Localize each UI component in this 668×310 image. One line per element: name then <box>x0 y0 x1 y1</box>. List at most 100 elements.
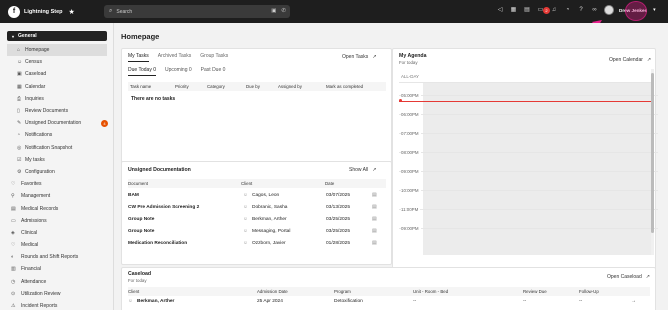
admission-date: 25 Apr 2024 <box>257 299 283 304</box>
help-icon[interactable]: ? <box>577 7 585 13</box>
sidebar-group-clinical[interactable]: ◈ Clinical <box>0 227 113 239</box>
document-icon[interactable]: ▤ <box>372 229 377 234</box>
table-row[interactable]: BAM ☺ Cagos, Leon 03/07/2025 ▤ <box>128 190 386 202</box>
sidebar-section-general[interactable]: ▾ General <box>7 31 107 41</box>
sidebar-group-label: Attendance <box>21 278 47 285</box>
hour-label: 05:00PM <box>401 93 421 98</box>
sidebar-item-notification-snapshot[interactable]: ◎ Notification Snapshot <box>0 142 113 154</box>
table-row[interactable]: Group Note ☺ Messaging, Portal 03/25/202… <box>128 226 386 238</box>
document-icon[interactable]: ▤ <box>372 193 377 198</box>
grid-icon[interactable]: ▤ <box>523 6 531 13</box>
document-date: 01/28/2025 <box>326 241 351 246</box>
document-icon[interactable]: ▤ <box>372 241 377 246</box>
heart-icon: ♡ <box>11 181 16 188</box>
scrollbar[interactable] <box>651 69 654 255</box>
col-admission-date: Admission Date <box>257 289 288 294</box>
card-title: Caseload <box>128 271 152 277</box>
col-due-by[interactable]: Due by <box>246 84 260 89</box>
sidebar-group-rounds[interactable]: ◐ Rounds and Shift Reports <box>0 251 113 263</box>
person-icon: ☺ <box>243 217 248 222</box>
sidebar-item-inquiries[interactable]: ⎙ Inquiries <box>0 93 113 105</box>
open-tasks-link[interactable]: Open Tasks ↗ <box>342 54 377 60</box>
scrollbar-thumb[interactable] <box>651 73 654 233</box>
col-assigned-by[interactable]: Assigned by <box>278 84 302 89</box>
hour-row: 08:00PM <box>399 150 658 171</box>
pen-icon: ✎ <box>17 120 22 127</box>
document-date: 03/07/2025 <box>326 193 351 198</box>
star-icon[interactable]: ★ <box>69 8 75 16</box>
sidebar-item-notifications[interactable]: ◔ Notifications <box>0 129 113 141</box>
sidebar-group-label: Medical <box>21 242 39 249</box>
sidebar-item-label: Notifications <box>25 132 53 139</box>
sidebar-item-my-tasks[interactable]: ☑ My tasks <box>0 154 113 166</box>
sidebar-group-financial[interactable]: ▥ Financial <box>0 263 113 275</box>
sidebar-group-favorites[interactable]: ♡ Favorites <box>0 178 113 190</box>
table-row[interactable]: ☺ Berkman, Arther 25 Apr 2024 Detoxifica… <box>128 297 650 308</box>
hour-row: 06:00PM <box>399 112 658 133</box>
col-priority[interactable]: Priority <box>175 84 189 89</box>
sidebar-item-census[interactable]: ☺ Census <box>0 56 113 68</box>
notification-icon[interactable]: ◔ <box>564 7 572 13</box>
clinical-icon: ◈ <box>11 229 15 236</box>
sidebar-group-medical-records[interactable]: ▤ Medical Records <box>0 202 113 214</box>
col-task-name[interactable]: Task name <box>130 84 151 89</box>
tasks-table-header: Task name Priority Category Due by Assig… <box>128 82 386 91</box>
sidebar-group-incident-reports[interactable]: ⚠ Incident Reports <box>0 300 113 310</box>
app-name: Lightning Step <box>24 8 63 15</box>
col-category[interactable]: Category <box>207 84 225 89</box>
tab-archived-tasks[interactable]: Archived Tasks <box>158 53 192 62</box>
search-input[interactable]: Search <box>116 9 132 15</box>
client-name: Messaging, Portal <box>252 229 291 234</box>
app-logo[interactable]: f Lightning Step ★ <box>8 0 75 23</box>
show-all-link[interactable]: Show All ↗ <box>349 167 376 173</box>
subtab-due-today[interactable]: Due Today 0 <box>128 67 156 76</box>
unsigned-table-header: Document Client Date <box>128 179 386 188</box>
sidebar-group-utilization-review[interactable]: ⊙ Utilization Review <box>0 288 113 300</box>
document-icon[interactable]: ▤ <box>372 217 377 222</box>
sidebar-item-configuration[interactable]: ⚙ Configuration <box>0 166 113 178</box>
col-client[interactable]: Client <box>241 181 252 186</box>
external-link-icon: ↗ <box>372 54 377 60</box>
calendar-icon[interactable]: ▦ <box>510 6 518 13</box>
col-date[interactable]: Date <box>325 181 334 186</box>
sidebar-group-medical[interactable]: ♡ Medical <box>0 239 113 251</box>
document-icon[interactable]: ▤ <box>372 205 377 210</box>
subtab-upcoming[interactable]: Upcoming 0 <box>165 67 192 76</box>
row-arrow-icon[interactable]: → <box>631 299 636 304</box>
scanner-icon[interactable]: ▣ <box>271 8 276 14</box>
card-subtitle: For today <box>128 278 147 283</box>
table-row[interactable]: Group Note ☺ Berkman, Arther 03/25/2025 … <box>128 214 386 226</box>
sidebar-item-calendar[interactable]: ▦ Calendar <box>0 81 113 93</box>
table-row[interactable]: CW Pre Admission Screening 2 ☺ Dobranic,… <box>128 202 386 214</box>
col-document[interactable]: Document <box>128 181 148 186</box>
table-row[interactable]: Medication Reconciliation ☺ Ozzborn, Jav… <box>128 238 386 250</box>
bell-icon[interactable]: ♫ <box>550 7 558 13</box>
open-calendar-link[interactable]: Open Calendar ↗ <box>609 57 651 63</box>
phone-icon[interactable]: ✆ <box>281 8 286 14</box>
agenda-timeline[interactable]: ALL-DAY 05:00PM 06:00PM 07:00PM 08:00PM … <box>399 69 658 255</box>
sidebar-group-attendance[interactable]: ◷ Attendance <box>0 276 113 288</box>
sidebar-item-homepage[interactable]: ⌂ Homepage <box>7 44 107 57</box>
gear-icon: ⚙ <box>17 168 22 175</box>
sidebar-group-label: Medical Records <box>21 205 59 212</box>
sidebar-group-admissions[interactable]: ▭ Admissions <box>0 215 113 227</box>
megaphone-icon[interactable]: ◁ <box>496 6 504 13</box>
col-program: Program <box>334 289 351 294</box>
chevron-down-icon: ▾ <box>12 33 15 39</box>
section-label: General <box>18 33 37 39</box>
count-badge: 4 <box>101 119 108 127</box>
tab-group-tasks[interactable]: Group Tasks <box>200 53 228 62</box>
open-caseload-link[interactable]: Open Caseload ↗ <box>607 274 650 280</box>
sidebar-item-unsigned-documentation[interactable]: ✎ Unsigned Documentation 4 <box>0 117 113 129</box>
sidebar-item-review-documents[interactable]: ▯ Review Documents <box>0 105 113 117</box>
page-title: Homepage <box>121 32 160 41</box>
search-bar[interactable]: ⌕ Search ▣ ✆ <box>104 5 290 18</box>
tab-my-tasks[interactable]: My Tasks <box>128 53 149 62</box>
external-link-icon: ↗ <box>372 167 377 173</box>
hour-label: 10:00PM <box>401 188 421 193</box>
records-icon: ▤ <box>11 205 16 212</box>
link-icon[interactable]: ∞ <box>591 7 599 13</box>
sidebar-group-management[interactable]: ⚲ Management <box>0 190 113 202</box>
sidebar-item-caseload[interactable]: ▣ Caseload <box>0 68 113 80</box>
subtab-past-due[interactable]: Past Due 0 <box>201 67 226 76</box>
